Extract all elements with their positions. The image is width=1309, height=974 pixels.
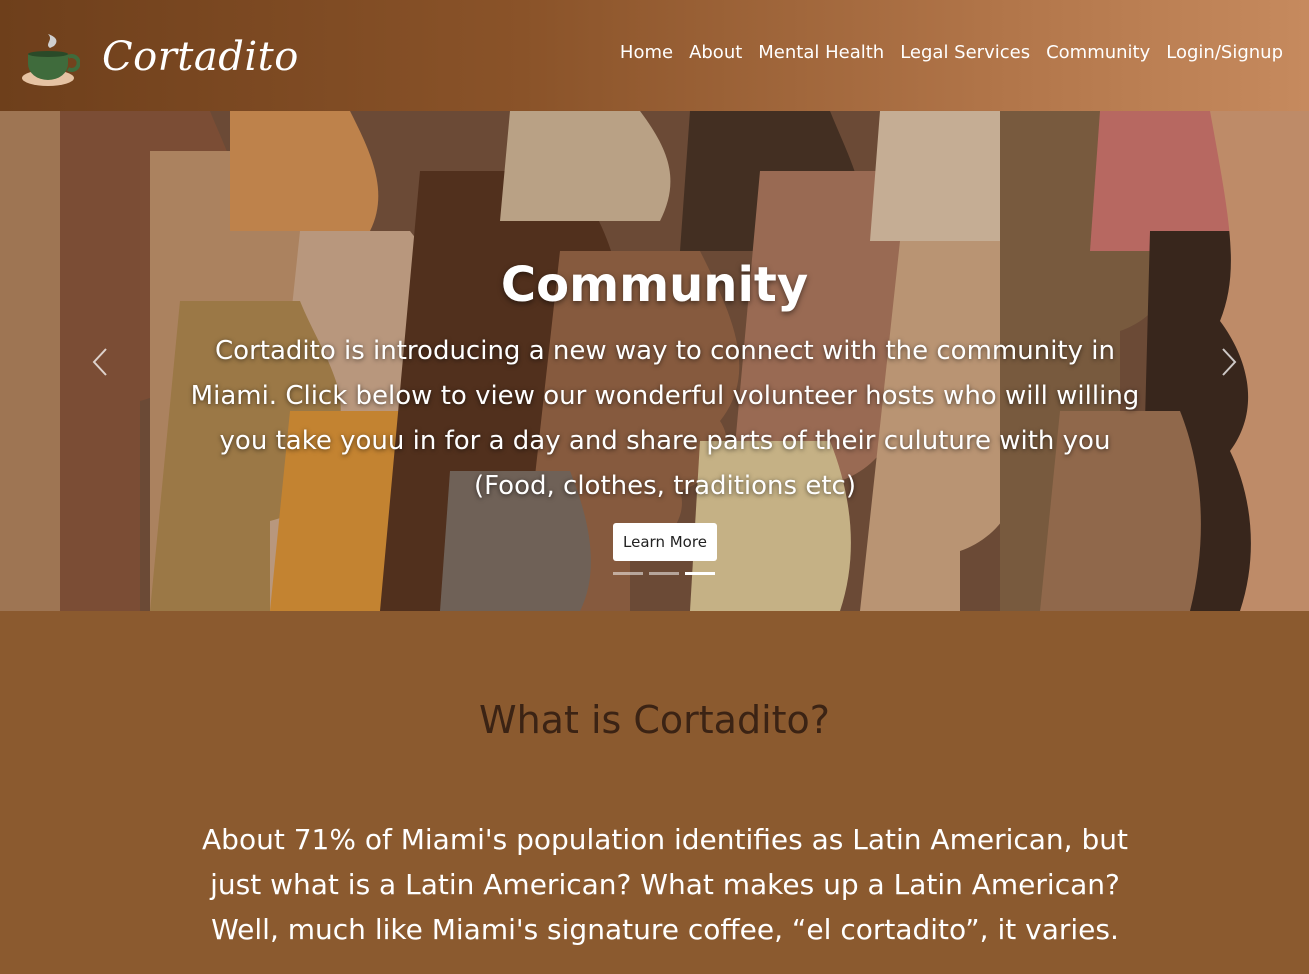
coffee-cup-icon [22,34,80,86]
carousel-indicator-1[interactable] [613,572,643,575]
carousel-indicators [613,572,715,575]
brand[interactable]: Cortadito [20,24,299,90]
nav-login-signup[interactable]: Login/Signup [1166,42,1283,63]
carousel-next-arrow-icon[interactable] [1213,345,1243,379]
nav-mental-health[interactable]: Mental Health [758,42,884,63]
hero-title: Community [500,257,809,313]
carousel-indicator-3[interactable] [685,572,715,575]
brand-name: Cortadito [102,34,299,80]
about-title: What is Cortadito? [479,698,830,742]
about-description: About 71% of Miami's population identifi… [202,823,1128,946]
main-nav: Home About Mental Health Legal Services … [604,42,1283,63]
nav-legal-services[interactable]: Legal Services [900,42,1030,63]
learn-more-button[interactable]: Learn More [613,523,717,561]
carousel-prev-arrow-icon[interactable] [86,345,116,379]
navbar: Cortadito Home About Mental Health Legal… [0,0,1309,111]
hero-description: Cortadito is introducing a new way to co… [190,336,1140,501]
hero-carousel: Community Cortadito is introducing a new… [0,111,1309,611]
nav-home[interactable]: Home [620,42,673,63]
nav-community[interactable]: Community [1046,42,1150,63]
carousel-indicator-2[interactable] [649,572,679,575]
nav-about[interactable]: About [689,42,742,63]
